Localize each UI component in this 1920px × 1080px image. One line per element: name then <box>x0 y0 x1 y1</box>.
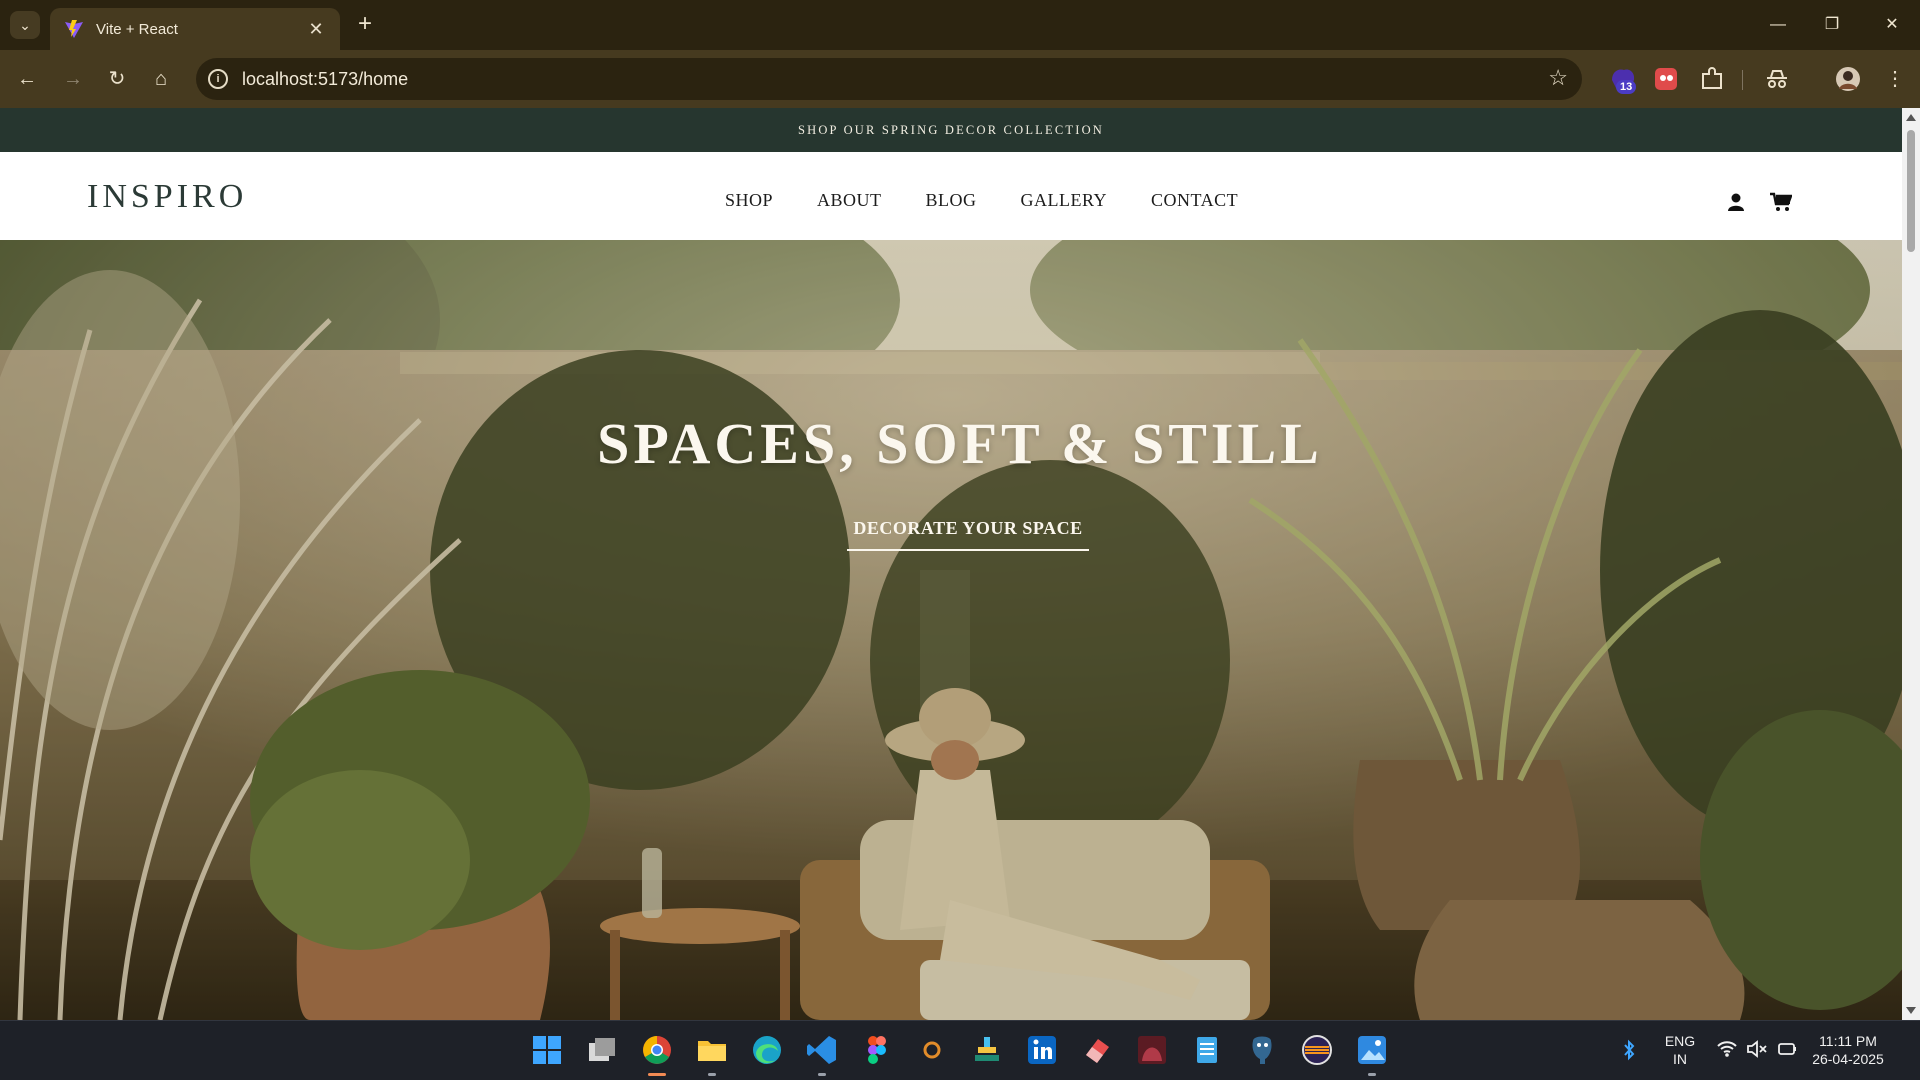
scroll-up-arrow-icon[interactable] <box>1906 114 1916 121</box>
page-scrollbar[interactable] <box>1902 108 1920 1020</box>
site-logo[interactable]: INSPIRO <box>87 178 247 216</box>
language-region: IN <box>1673 1051 1687 1067</box>
eraser-app-icon[interactable] <box>1080 1033 1114 1067</box>
new-tab-plus-icon[interactable]: + <box>352 12 378 38</box>
input-language-indicator[interactable]: ENG IN <box>1660 1032 1700 1068</box>
close-window-icon[interactable]: ✕ <box>1872 10 1912 40</box>
scrollbar-thumb[interactable] <box>1907 130 1915 252</box>
battery-icon[interactable] <box>1776 1039 1798 1059</box>
nav-shop[interactable]: SHOP <box>725 190 773 211</box>
photos-indicator <box>1368 1073 1376 1076</box>
hero-title: SPACES, SOFT & STILL <box>597 411 1323 476</box>
profile-avatar-icon[interactable] <box>1833 64 1863 94</box>
nav-about[interactable]: ABOUT <box>817 190 882 211</box>
bluetooth-icon[interactable] <box>1622 1039 1636 1061</box>
photos-app-icon[interactable] <box>1355 1033 1389 1067</box>
browser-toolbar: ← → ↻ ⌂ i localhost:5173/home ☆ ⋮ <box>0 50 1920 108</box>
postgresql-app-icon[interactable] <box>1245 1033 1279 1067</box>
scroll-down-arrow-icon[interactable] <box>1906 1007 1916 1014</box>
home-icon[interactable]: ⌂ <box>146 64 176 94</box>
announcement-bar[interactable]: SHOP OUR SPRING DECOR COLLECTION <box>0 108 1902 152</box>
extensions-puzzle-icon[interactable] <box>1697 64 1727 94</box>
hero-garden-image <box>0 240 1902 1020</box>
stack-app-icon[interactable] <box>970 1033 1004 1067</box>
eclipse-app-icon[interactable] <box>1300 1033 1334 1067</box>
restore-window-icon[interactable]: ❐ <box>1812 10 1852 40</box>
chrome-active-indicator <box>648 1073 666 1076</box>
forward-arrow-icon[interactable]: → <box>58 64 88 94</box>
windows-start-icon[interactable] <box>530 1033 564 1067</box>
hero-section: SPACES, SOFT & STILL DECORATE YOUR SPACE <box>0 240 1902 1020</box>
shopping-cart-icon[interactable] <box>1770 192 1792 212</box>
wifi-icon[interactable] <box>1716 1039 1738 1059</box>
site-header: INSPIRO SHOP ABOUT BLOG GALLERY CONTACT <box>0 152 1902 240</box>
extension-red-icon[interactable] <box>1651 64 1681 94</box>
address-bar[interactable]: i localhost:5173/home ☆ <box>196 58 1582 100</box>
figma-app-icon[interactable] <box>860 1033 894 1067</box>
edge-app-icon[interactable] <box>750 1033 784 1067</box>
theme-app-icon[interactable] <box>1135 1033 1169 1067</box>
nav-gallery[interactable]: GALLERY <box>1021 190 1108 211</box>
task-view-icon[interactable] <box>585 1033 619 1067</box>
file-explorer-icon[interactable] <box>695 1033 729 1067</box>
nav-contact[interactable]: CONTACT <box>1151 190 1238 211</box>
tab-search-chevron-icon[interactable]: ⌄ <box>10 11 40 39</box>
clock-date: 26-04-2025 <box>1812 1051 1884 1067</box>
site-info-icon[interactable]: i <box>208 69 228 89</box>
decorate-your-space-button[interactable]: DECORATE YOUR SPACE <box>847 518 1089 551</box>
bookmark-star-icon[interactable]: ☆ <box>1548 65 1568 91</box>
toolbar-divider <box>1742 70 1743 90</box>
browser-menu-kebab-icon[interactable]: ⋮ <box>1880 64 1910 94</box>
back-arrow-icon[interactable]: ← <box>12 64 42 94</box>
account-user-icon[interactable] <box>1727 192 1745 212</box>
page-viewport: SHOP OUR SPRING DECOR COLLECTION INSPIRO… <box>0 108 1902 1020</box>
system-clock[interactable]: 11:11 PM 26-04-2025 <box>1808 1032 1888 1068</box>
extension-count-badge: 13 <box>1616 80 1637 94</box>
browser-tab-bar: ⌄ Vite + React ✕ + — ❐ ✕ <box>0 0 1920 50</box>
linkedin-app-icon[interactable] <box>1025 1033 1059 1067</box>
vscode-indicator <box>818 1073 826 1076</box>
language-code: ENG <box>1664 1033 1696 1049</box>
vscode-app-icon[interactable] <box>805 1033 839 1067</box>
chrome-app-icon[interactable] <box>640 1033 674 1067</box>
incognito-profile-icon[interactable] <box>1762 64 1792 94</box>
tab-close-icon[interactable]: ✕ <box>306 19 326 40</box>
tab-title: Vite + React <box>96 20 178 38</box>
volume-muted-icon[interactable] <box>1746 1039 1768 1059</box>
clock-time: 11:11 PM <box>1819 1033 1877 1049</box>
circle-app-icon[interactable] <box>915 1033 949 1067</box>
main-navigation: SHOP ABOUT BLOG GALLERY CONTACT <box>725 190 1238 211</box>
notepad-app-icon[interactable] <box>1190 1033 1224 1067</box>
browser-tab-active[interactable]: Vite + React ✕ <box>50 8 340 50</box>
nav-blog[interactable]: BLOG <box>926 190 977 211</box>
reload-icon[interactable]: ↻ <box>102 64 132 94</box>
url-text[interactable]: localhost:5173/home <box>242 69 408 90</box>
explorer-indicator <box>708 1073 716 1076</box>
vite-favicon-icon <box>65 20 83 38</box>
minimize-window-icon[interactable]: — <box>1758 10 1798 40</box>
windows-taskbar: ENG IN 11:11 PM 26-04-2025 <box>0 1020 1920 1080</box>
